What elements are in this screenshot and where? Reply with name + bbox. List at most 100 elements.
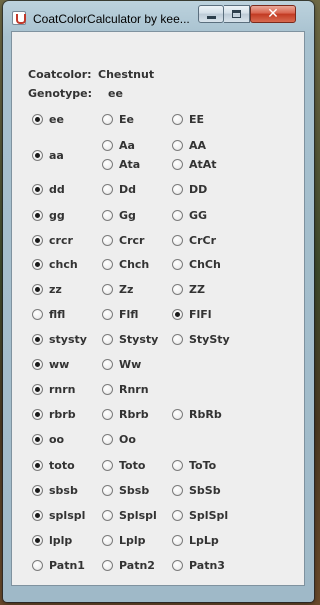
radio-button-checked[interactable] — [32, 484, 43, 496]
radio-Dd[interactable]: Dd — [102, 181, 136, 197]
radio-rnrn[interactable]: rnrn — [32, 381, 76, 397]
radio-button-checked[interactable] — [32, 433, 43, 445]
radio-button-checked[interactable] — [172, 308, 183, 320]
radio-button[interactable] — [102, 358, 113, 370]
radio-Chch[interactable]: Chch — [102, 256, 149, 272]
radio-button[interactable] — [102, 139, 113, 151]
radio-Patn1[interactable]: Patn1 — [32, 557, 85, 573]
radio-Sbsb[interactable]: Sbsb — [102, 482, 149, 498]
radio-button[interactable] — [102, 559, 113, 571]
radio-chch[interactable]: chch — [32, 256, 78, 272]
radio-button[interactable] — [172, 408, 183, 420]
radio-button[interactable] — [102, 534, 113, 546]
radio-ww[interactable]: ww — [32, 356, 69, 372]
radio-lplp[interactable]: lplp — [32, 532, 72, 548]
radio-button[interactable] — [102, 333, 113, 345]
radio-zz[interactable]: zz — [32, 281, 62, 297]
radio-RbRb[interactable]: RbRb — [172, 406, 222, 422]
radio-button[interactable] — [102, 433, 113, 445]
radio-button[interactable] — [32, 559, 43, 571]
radio-button-checked[interactable] — [32, 183, 43, 195]
radio-button[interactable] — [172, 113, 183, 125]
radio-button-checked[interactable] — [32, 283, 43, 295]
radio-ChCh[interactable]: ChCh — [172, 256, 221, 272]
radio-Patn2[interactable]: Patn2 — [102, 557, 155, 573]
radio-crcr[interactable]: crcr — [32, 232, 73, 248]
radio-button-checked[interactable] — [32, 149, 43, 161]
radio-LpLp[interactable]: LpLp — [172, 532, 219, 548]
radio-button-checked[interactable] — [32, 383, 43, 395]
radio-button[interactable] — [172, 459, 183, 471]
radio-stysty[interactable]: stysty — [32, 331, 87, 347]
radio-aa[interactable]: aa — [32, 147, 64, 163]
radio-FlFl[interactable]: FlFl — [172, 306, 212, 322]
radio-Flfl[interactable]: Flfl — [102, 306, 138, 322]
radio-button[interactable] — [172, 234, 183, 246]
radio-AtAt[interactable]: AtAt — [172, 156, 217, 172]
radio-button-checked[interactable] — [32, 113, 43, 125]
radio-CrCr[interactable]: CrCr — [172, 232, 216, 248]
radio-button-checked[interactable] — [32, 234, 43, 246]
radio-button-checked[interactable] — [32, 258, 43, 270]
radio-button[interactable] — [172, 258, 183, 270]
radio-button[interactable] — [102, 459, 113, 471]
radio-button[interactable] — [172, 158, 183, 170]
radio-button-checked[interactable] — [32, 209, 43, 221]
radio-button[interactable] — [172, 559, 183, 571]
radio-Rbrb[interactable]: Rbrb — [102, 406, 149, 422]
radio-button-checked[interactable] — [32, 358, 43, 370]
radio-ToTo[interactable]: ToTo — [172, 457, 216, 473]
radio-Toto[interactable]: Toto — [102, 457, 145, 473]
radio-button-checked[interactable] — [32, 333, 43, 345]
radio-button[interactable] — [172, 283, 183, 295]
radio-button[interactable] — [102, 383, 113, 395]
radio-button[interactable] — [102, 509, 113, 521]
radio-button[interactable] — [102, 209, 113, 221]
radio-gg[interactable]: gg — [32, 207, 65, 223]
radio-flfl[interactable]: flfl — [32, 306, 65, 322]
radio-button-checked[interactable] — [32, 534, 43, 546]
radio-SplSpl[interactable]: SplSpl — [172, 507, 228, 523]
minimize-button[interactable] — [198, 5, 224, 23]
radio-Ata[interactable]: Ata — [102, 156, 140, 172]
radio-button[interactable] — [102, 113, 113, 125]
radio-button[interactable] — [172, 209, 183, 221]
radio-StySty[interactable]: StySty — [172, 331, 230, 347]
radio-GG[interactable]: GG — [172, 207, 207, 223]
radio-Rnrn[interactable]: Rnrn — [102, 381, 149, 397]
radio-Stysty[interactable]: Stysty — [102, 331, 158, 347]
radio-button[interactable] — [102, 258, 113, 270]
radio-AA[interactable]: AA — [172, 137, 206, 153]
radio-button[interactable] — [102, 183, 113, 195]
radio-toto[interactable]: toto — [32, 457, 75, 473]
radio-button[interactable] — [172, 534, 183, 546]
radio-button[interactable] — [172, 183, 183, 195]
radio-button[interactable] — [102, 408, 113, 420]
radio-button[interactable] — [102, 283, 113, 295]
radio-ee[interactable]: ee — [32, 111, 64, 127]
maximize-button[interactable] — [224, 5, 250, 23]
radio-button[interactable] — [172, 509, 183, 521]
radio-Gg[interactable]: Gg — [102, 207, 136, 223]
radio-oo[interactable]: oo — [32, 431, 64, 447]
radio-Crcr[interactable]: Crcr — [102, 232, 144, 248]
radio-button[interactable] — [172, 139, 183, 151]
radio-DD[interactable]: DD — [172, 181, 207, 197]
radio-Ww[interactable]: Ww — [102, 356, 141, 372]
radio-rbrb[interactable]: rbrb — [32, 406, 76, 422]
radio-button[interactable] — [102, 484, 113, 496]
radio-button-checked[interactable] — [32, 408, 43, 420]
radio-EE[interactable]: EE — [172, 111, 204, 127]
radio-Ee[interactable]: Ee — [102, 111, 134, 127]
radio-Zz[interactable]: Zz — [102, 281, 133, 297]
radio-button[interactable] — [172, 484, 183, 496]
radio-button[interactable] — [102, 158, 113, 170]
radio-splspl[interactable]: splspl — [32, 507, 85, 523]
radio-Aa[interactable]: Aa — [102, 137, 135, 153]
radio-button[interactable] — [102, 234, 113, 246]
radio-button[interactable] — [32, 308, 43, 320]
radio-button[interactable] — [102, 308, 113, 320]
radio-SbSb[interactable]: SbSb — [172, 482, 221, 498]
radio-ZZ[interactable]: ZZ — [172, 281, 205, 297]
close-button[interactable]: ✕ — [250, 5, 296, 23]
